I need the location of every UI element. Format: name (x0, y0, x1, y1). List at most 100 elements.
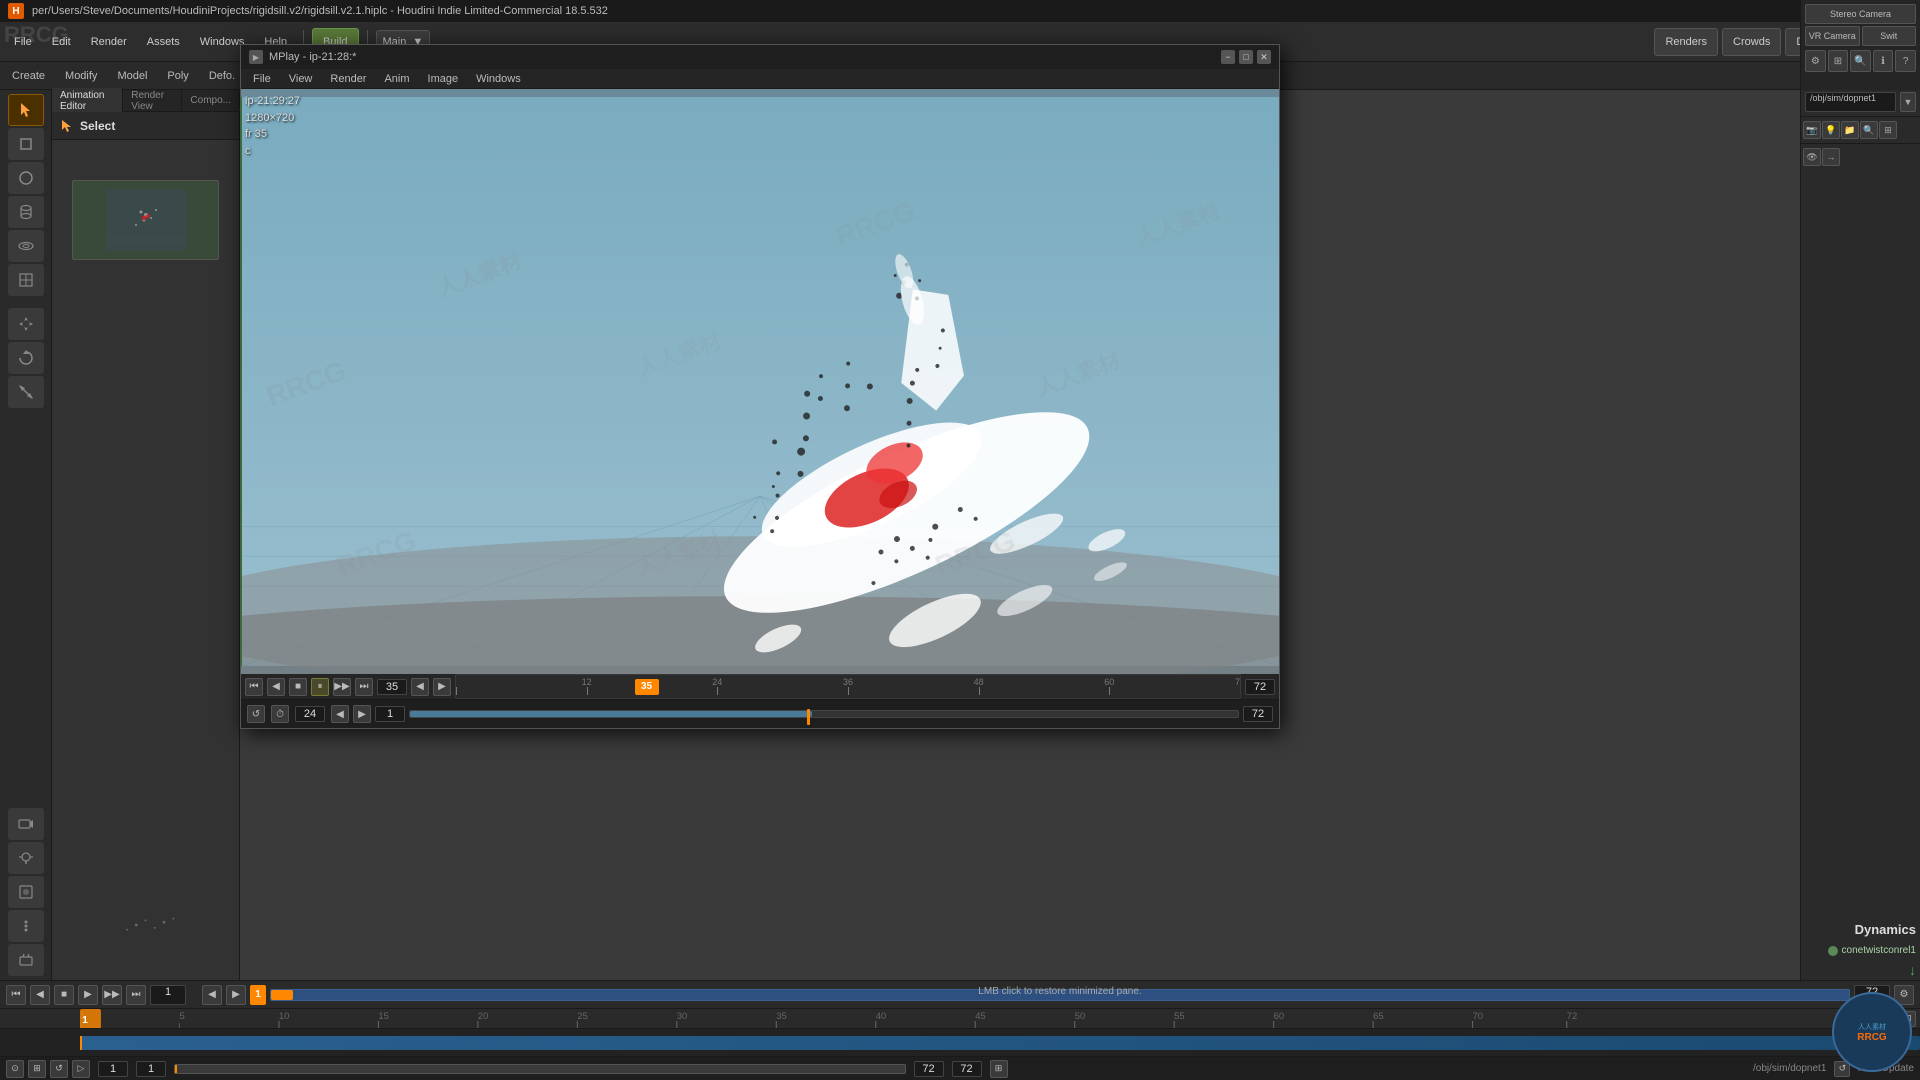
vr-camera-btn[interactable]: VR Camera (1805, 26, 1860, 46)
tool-rotate[interactable] (8, 342, 44, 374)
tool-dots[interactable] (8, 910, 44, 942)
mplay-stop[interactable]: ■ (289, 678, 307, 696)
mplay-fps[interactable]: 24 (295, 706, 325, 722)
anim-range-prev[interactable]: ◀ (202, 985, 222, 1005)
tool-scale[interactable] (8, 376, 44, 408)
swit-btn[interactable]: Swit (1862, 26, 1917, 46)
mplay-prev-frame[interactable]: ◀ (267, 678, 285, 696)
current-frame-indicator[interactable]: 1 (250, 985, 266, 1005)
mplay-skip-start[interactable]: ⏮ (245, 678, 263, 696)
tool-torus[interactable] (8, 230, 44, 262)
mplay-scrub-track[interactable] (409, 710, 1239, 718)
mplay-menu-file[interactable]: File (245, 71, 279, 87)
gear-icon-btn[interactable]: ⚙ (1805, 50, 1826, 72)
sub-menu-defo[interactable]: Defo. (201, 68, 243, 84)
mplay-current-frame[interactable]: 35 (377, 679, 407, 695)
anim-play[interactable]: ▶ (78, 985, 98, 1005)
tool-box[interactable] (8, 128, 44, 160)
anim-prev-frame[interactable]: ◀ (30, 985, 50, 1005)
anim-key-track[interactable] (80, 1036, 1920, 1050)
arrow-icon-btn[interactable]: → (1822, 148, 1840, 166)
search2-icon-btn[interactable]: 🔍 (1860, 121, 1878, 139)
mplay-frame-end[interactable]: 72 (1245, 679, 1275, 695)
status-icon-btn-3[interactable]: ↺ (50, 1060, 68, 1078)
status-end-frame-2[interactable]: 72 (952, 1061, 982, 1077)
mplay-next-frame[interactable]: ▶▶ (333, 678, 351, 696)
search-icon-btn[interactable]: 🔍 (1850, 50, 1871, 72)
tab-compo[interactable]: Compo... (182, 93, 240, 108)
sim-dots-preview (62, 910, 229, 940)
mplay-track-next[interactable]: ▶ (353, 705, 371, 723)
menu-edit[interactable]: Edit (44, 34, 79, 50)
mplay-startframe[interactable]: 1 (375, 706, 405, 722)
mplay-loop-toggle[interactable]: ↺ (247, 705, 265, 723)
stereo-camera-btn[interactable]: Stereo Camera (1805, 4, 1916, 24)
sub-menu-create[interactable]: Create (4, 68, 53, 84)
mplay-realtime[interactable]: ⏱ (271, 705, 289, 723)
anim-range-next[interactable]: ▶ (226, 985, 246, 1005)
tool-bottom-extra[interactable] (8, 944, 44, 976)
anim-frame-input[interactable]: 1 (150, 985, 186, 1005)
mplay-pause[interactable]: ⏸ (311, 678, 329, 696)
light-icon-btn[interactable]: 💡 (1822, 121, 1840, 139)
mplay-ruler[interactable]: 35 12 24 36 48 60 72 (455, 674, 1241, 699)
mplay-track-prev[interactable]: ◀ (331, 705, 349, 723)
tool-render[interactable] (8, 876, 44, 908)
mplay-menu-windows[interactable]: Windows (468, 71, 529, 87)
question-icon-btn[interactable]: ? (1895, 50, 1916, 72)
mplay-close[interactable]: ✕ (1257, 50, 1271, 64)
mplay-minimize[interactable]: − (1221, 50, 1235, 64)
status-expand-btn[interactable]: ⊞ (990, 1060, 1008, 1078)
status-current-frame[interactable]: 1 (136, 1061, 166, 1077)
grid2-icon-btn[interactable]: ⊞ (1879, 121, 1897, 139)
oplib-input[interactable]: /obj/sim/dopnet1 (1805, 92, 1896, 112)
anim-stop[interactable]: ■ (54, 985, 74, 1005)
tab-render-view[interactable]: Render View (123, 88, 182, 114)
tool-grid[interactable] (8, 264, 44, 296)
oplib-dropdown[interactable]: ▼ (1900, 92, 1916, 112)
mplay-menu-anim[interactable]: Anim (376, 71, 417, 87)
mplay-skip-end[interactable]: ⏭ (355, 678, 373, 696)
tab-animation-editor[interactable]: Animation Editor (52, 88, 123, 114)
status-end-frame[interactable]: 72 (914, 1061, 944, 1077)
render-icon-btn[interactable]: 📷 (1803, 121, 1821, 139)
renders-btn[interactable]: Renders (1654, 28, 1718, 56)
window-title: per/Users/Steve/Documents/HoudiniProject… (32, 5, 1844, 17)
mplay-step-prev[interactable]: ◀ (411, 678, 429, 696)
menu-assets[interactable]: Assets (139, 34, 188, 50)
mplay-titlebar: ▶ MPlay - ip-21:28:* − □ ✕ (241, 45, 1279, 69)
status-icon-btn-2[interactable]: ⊞ (28, 1060, 46, 1078)
tool-sphere[interactable] (8, 162, 44, 194)
vr-buttons: VR Camera Swit (1805, 26, 1916, 46)
status-icon-btn-1[interactable]: ⊙ (6, 1060, 24, 1078)
mplay-maximize[interactable]: □ (1239, 50, 1253, 64)
grid-icon-btn[interactable]: ⊞ (1828, 50, 1849, 72)
sub-menu-poly[interactable]: Poly (159, 68, 196, 84)
view-icon-btn[interactable]: 👁 (1803, 148, 1821, 166)
info-icon-btn[interactable]: ℹ (1873, 50, 1894, 72)
folder-icon-btn[interactable]: 📁 (1841, 121, 1859, 139)
crowds-btn[interactable]: Crowds (1722, 28, 1781, 56)
menu-file[interactable]: File (6, 34, 40, 50)
status-start-frame[interactable]: 1 (98, 1061, 128, 1077)
sub-menu-model[interactable]: Model (109, 68, 155, 84)
status-icon-btn-4[interactable]: ▷ (72, 1060, 90, 1078)
tool-move[interactable] (8, 308, 44, 340)
tool-tube[interactable] (8, 196, 44, 228)
bottom-status-bar: ⊙ ⊞ ↺ ▷ 1 1 72 72 ⊞ /obj/sim/dopnet1 ↺ A… (0, 1056, 1920, 1080)
mplay-menu-render[interactable]: Render (322, 71, 374, 87)
anim-play-forward[interactable]: ▶▶ (102, 985, 122, 1005)
tool-cam[interactable] (8, 808, 44, 840)
mplay-menu-view[interactable]: View (281, 71, 321, 87)
anim-skip-end[interactable]: ⏭ (126, 985, 146, 1005)
tool-select[interactable] (8, 94, 44, 126)
status-frame-track[interactable] (174, 1064, 906, 1074)
mplay-step-next[interactable]: ▶ (433, 678, 451, 696)
mplay-menu-image[interactable]: Image (420, 71, 467, 87)
anim-timeline-track[interactable]: LMB click to restore minimized pane. (270, 989, 1850, 1001)
menu-render[interactable]: Render (83, 34, 135, 50)
tool-light[interactable] (8, 842, 44, 874)
sub-menu-modify[interactable]: Modify (57, 68, 105, 84)
mplay-endframe[interactable]: 72 (1243, 706, 1273, 722)
anim-skip-start[interactable]: ⏮ (6, 985, 26, 1005)
